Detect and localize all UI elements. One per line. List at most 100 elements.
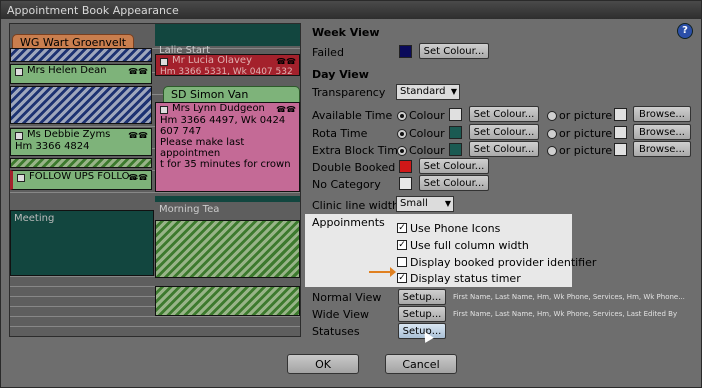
status-checkbox [15,68,23,76]
available-time-set-colour-button[interactable]: Set Colour... [469,106,539,122]
rota-time-colour-radio[interactable] [397,129,407,139]
hatched-block [10,158,152,168]
status-checkbox [160,106,168,114]
status-checkbox [160,58,168,66]
use-phone-icons-label: Use Phone Icons [410,222,501,235]
colour-radio-label: Colour [409,109,445,122]
provider-column: WG Wart Groenvelt Mrs Helen Dean ☎☎ Ms D… [10,24,154,336]
extra-block-time-picture-radio[interactable] [547,146,557,156]
rota-time-swatch [449,126,462,139]
status-checkbox [17,174,25,182]
phone-icon: ☎☎ [276,105,296,114]
patient-phone: Hm 3366 4497, Wk 0424 607 747 [160,115,286,137]
double-booked-label: Double Booked [312,161,396,174]
appointment-block[interactable]: Mrs Lynn Dudgeon Hm 3366 4497, Wk 0424 6… [155,102,300,192]
phone-icon: ☎☎ [276,57,296,66]
clinic-line-width-value: Small [400,198,428,209]
day-view-heading: Day View [312,68,369,81]
extra-block-time-swatch [449,143,462,156]
failed-label: Failed [312,46,344,59]
normal-view-setup-button[interactable]: Setup... [398,289,446,305]
wide-view-setup-button[interactable]: Setup... [398,306,446,322]
display-status-timer-checkbox[interactable]: ✓ [397,273,407,283]
use-full-column-width-label: Use full column width [410,239,529,252]
column-band [155,196,300,202]
appointment-block[interactable]: Mrs Helen Dean ☎☎ [10,64,152,84]
failed-set-colour-button[interactable]: Set Colour... [419,43,489,59]
window-title: Appointment Book Appearance [7,4,179,17]
help-icon[interactable]: ? [677,23,693,39]
appointment-book-preview: WG Wart Groenvelt Mrs Helen Dean ☎☎ Ms D… [9,23,301,337]
normal-view-label: Normal View [312,291,382,304]
extra-block-time-browse-button[interactable]: Browse... [633,141,691,157]
clinic-line-width-select[interactable]: Small ▼ [396,196,454,212]
available-time-picture-radio[interactable] [547,111,557,121]
appointments-heading: Appoinments [312,216,385,229]
arrow-right-icon [369,267,396,277]
display-booked-provider-identifier-label: Display booked provider identifier [410,256,597,269]
colour-radio-label: Colour [409,144,445,157]
rota-time-picture-swatch [614,126,627,139]
no-category-label: No Category [312,178,381,191]
appointment-note: Please make last appointmen [160,137,245,159]
chevron-down-icon: ▼ [444,199,451,208]
wide-view-label: Wide View [312,308,370,321]
transparency-select[interactable]: Standard ▼ [396,84,460,100]
normal-view-fields: First Name, Last Name, Hm, Wk Phone, Ser… [453,293,685,301]
hatched-block [155,286,300,316]
appointment-book-appearance-dialog: Appointment Book Appearance ? WG Wart Gr… [0,0,702,388]
phone-icon: ☎☎ [128,173,148,182]
hatched-block [155,220,300,278]
rota-time-label: Rota Time [312,127,368,140]
extra-block-time-picture-swatch [614,143,627,156]
use-phone-icons-checkbox[interactable]: ✓ [397,223,407,233]
clinic-line-width-label: Clinic line width [312,199,400,212]
statuses-label: Statuses [312,325,360,338]
available-time-swatch [449,108,462,121]
appointment-note: t for 35 minutes for crown [160,159,291,170]
colour-radio-label: Colour [409,127,445,140]
use-full-column-width-checkbox[interactable]: ✓ [397,240,407,250]
available-time-browse-button[interactable]: Browse... [633,106,691,122]
chevron-down-icon: ▼ [450,87,457,96]
double-booked-swatch [399,160,412,173]
extra-block-time-colour-radio[interactable] [397,146,407,156]
patient-phone: Hm 3366 5331, Wk 0407 532 669 [160,67,293,76]
transparency-label: Transparency [312,86,386,99]
status-checkbox [15,132,23,140]
display-booked-provider-identifier-checkbox[interactable] [397,257,407,267]
no-category-set-colour-button[interactable]: Set Colour... [419,175,489,191]
ok-button[interactable]: OK [287,354,359,374]
week-view-heading: Week View [312,26,380,39]
picture-radio-label: or picture [559,144,613,157]
meeting-block: Meeting [10,210,154,276]
appointment-block[interactable]: FOLLOW UPS FOLLO... ☎☎ [10,170,152,190]
phone-icon: ☎☎ [128,131,148,140]
rota-time-set-colour-button[interactable]: Set Colour... [469,124,539,140]
hatched-block [10,86,152,124]
meeting-label: Meeting [14,213,55,224]
wide-view-fields: First Name, Last Name, Hm, Wk Phone, Ser… [453,310,678,318]
phone-icon: ☎☎ [128,67,148,76]
provider-column: Lalie Start Mr Lucia Olavey Hm 3366 5331… [155,24,300,336]
appointment-block[interactable]: Ms Debbie Zyms Hm 3366 4824 ☎☎ [10,128,152,156]
available-time-picture-swatch [614,108,627,121]
hatched-block [10,48,152,62]
display-status-timer-label: Display status timer [410,272,521,285]
no-category-swatch [399,177,412,190]
extra-block-time-set-colour-button[interactable]: Set Colour... [469,141,539,157]
available-time-label: Available Time [312,109,393,122]
patient-phone: Hm 3366 4824 [15,141,90,152]
morning-tea-label: Morning Tea [159,204,220,215]
rota-time-picture-radio[interactable] [547,129,557,139]
cancel-button[interactable]: Cancel [385,354,457,374]
double-booked-set-colour-button[interactable]: Set Colour... [419,158,489,174]
extra-block-time-label: Extra Block Time [312,144,405,157]
picture-radio-label: or picture [559,127,613,140]
rota-time-browse-button[interactable]: Browse... [633,124,691,140]
transparency-value: Standard [400,86,446,97]
appointment-block[interactable]: Mr Lucia Olavey Hm 3366 5331, Wk 0407 53… [155,54,300,76]
column-header [155,24,300,46]
title-bar: Appointment Book Appearance [1,1,701,19]
available-time-colour-radio[interactable] [397,111,407,121]
